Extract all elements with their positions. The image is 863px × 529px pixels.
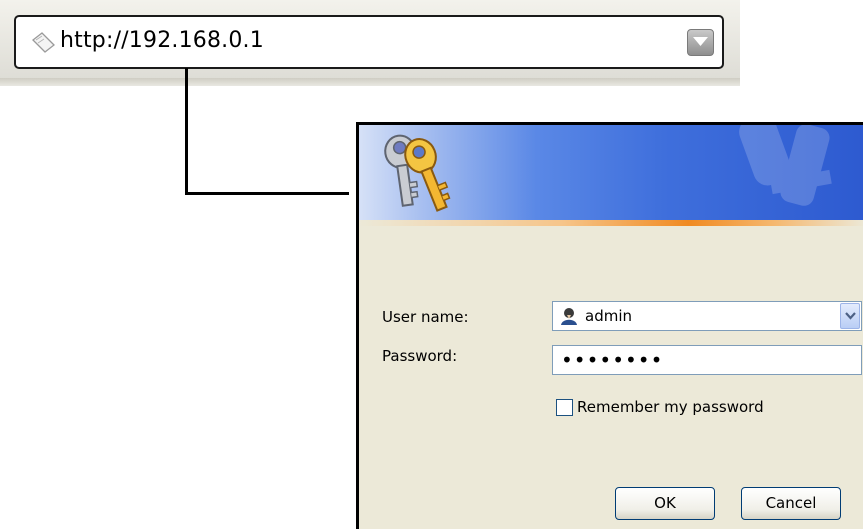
remember-password-option[interactable]: Remember my password: [552, 397, 792, 419]
banner-accent-line: [359, 220, 863, 226]
dropdown-arrow-icon[interactable]: [687, 29, 714, 56]
password-value[interactable]: ••••••••: [561, 349, 663, 371]
remember-password-label[interactable]: Remember my password: [577, 398, 764, 416]
username-combobox[interactable]: admin: [552, 301, 862, 331]
connector-line-vertical: [185, 68, 188, 195]
dialog-banner: [359, 125, 863, 220]
chevron-down-icon[interactable]: [840, 303, 860, 329]
browser-address-toolbar: http://192.168.0.1: [0, 0, 740, 86]
keys-icon: [384, 134, 451, 212]
screenshot-canvas: http://192.168.0.1 User name: admin Pass…: [0, 0, 863, 529]
password-label: Password:: [382, 347, 458, 365]
username-label: User name:: [382, 308, 469, 326]
cancel-button[interactable]: Cancel: [741, 487, 841, 520]
banner-watermark-keys-icon: [739, 125, 832, 206]
address-bar[interactable]: http://192.168.0.1: [14, 15, 724, 69]
remember-password-checkbox[interactable]: [556, 399, 573, 416]
username-value[interactable]: admin: [585, 307, 632, 325]
login-dialog: User name: admin Password: •••••••• Reme…: [356, 122, 863, 529]
connector-line-horizontal: [185, 192, 349, 195]
page-icon: [30, 31, 56, 53]
user-icon: [560, 307, 578, 325]
ok-button[interactable]: OK: [615, 487, 715, 520]
password-field[interactable]: ••••••••: [552, 345, 862, 375]
address-url[interactable]: http://192.168.0.1: [60, 28, 264, 53]
